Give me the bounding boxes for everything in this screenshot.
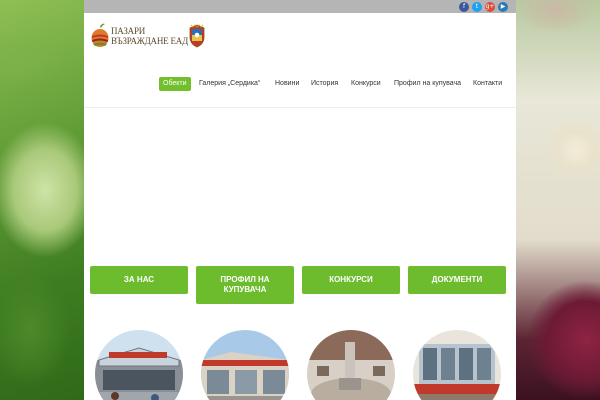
market-canopy-image: [95, 330, 183, 400]
site-logo[interactable]: ПАЗАРИ ВЪЗРАЖДАНЕ ЕАД: [91, 23, 188, 49]
market-building-image: [201, 330, 289, 400]
nav-item-competitions[interactable]: Конкурси: [351, 77, 381, 91]
market-photo-3[interactable]: [307, 330, 395, 400]
market-photo-4[interactable]: [413, 330, 501, 400]
twitter-icon[interactable]: t: [472, 1, 482, 12]
nav-item-history[interactable]: История: [311, 77, 338, 91]
top-bar: f t g+ ▶: [84, 0, 516, 13]
youtube-icon[interactable]: ▶: [498, 1, 508, 12]
documents-button[interactable]: ДОКУМЕНТИ: [408, 266, 506, 294]
main-navigation: Обекти Галерия „Сердика“ Новини История …: [84, 77, 516, 91]
page-container: f t g+ ▶ ПАЗАРИ ВЪЗРАЖДАНЕ ЕАД Обекти Га…: [84, 0, 516, 400]
buyer-profile-button[interactable]: ПРОФИЛ НА КУПУВАЧА: [196, 266, 294, 304]
background-photo-left: [0, 0, 84, 400]
coat-of-arms-icon: [189, 24, 205, 48]
logo-line-2: ВЪЗРАЖДАНЕ ЕАД: [111, 36, 189, 46]
nav-item-contacts[interactable]: Контакти: [473, 77, 502, 91]
site-header: ПАЗАРИ ВЪЗРАЖДАНЕ ЕАД Обекти Галерия „Се…: [84, 13, 516, 108]
logo-text: ПАЗАРИ ВЪЗРАЖДАНЕ ЕАД: [111, 26, 188, 46]
nav-item-gallery-serdika[interactable]: Галерия „Сердика“: [199, 77, 260, 91]
nav-item-buyer-profile[interactable]: Профил на купувача: [394, 77, 461, 91]
market-photo-2[interactable]: [201, 330, 289, 400]
market-photo-1[interactable]: [95, 330, 183, 400]
hero-slider: [84, 108, 516, 263]
fruit-logo-icon: [91, 23, 109, 47]
nav-item-news[interactable]: Новини: [275, 77, 299, 91]
about-us-button[interactable]: ЗА НАС: [90, 266, 188, 294]
logo-line-1: ПАЗАРИ: [111, 26, 146, 36]
market-hall-image: [413, 330, 501, 400]
google-plus-icon[interactable]: g+: [485, 1, 495, 12]
nav-item-obekti[interactable]: Обекти: [159, 77, 191, 91]
facebook-icon[interactable]: f: [459, 1, 469, 12]
background-photo-right: [516, 0, 600, 400]
square-monument-image: [307, 330, 395, 400]
competitions-button[interactable]: КОНКУРСИ: [302, 266, 400, 294]
